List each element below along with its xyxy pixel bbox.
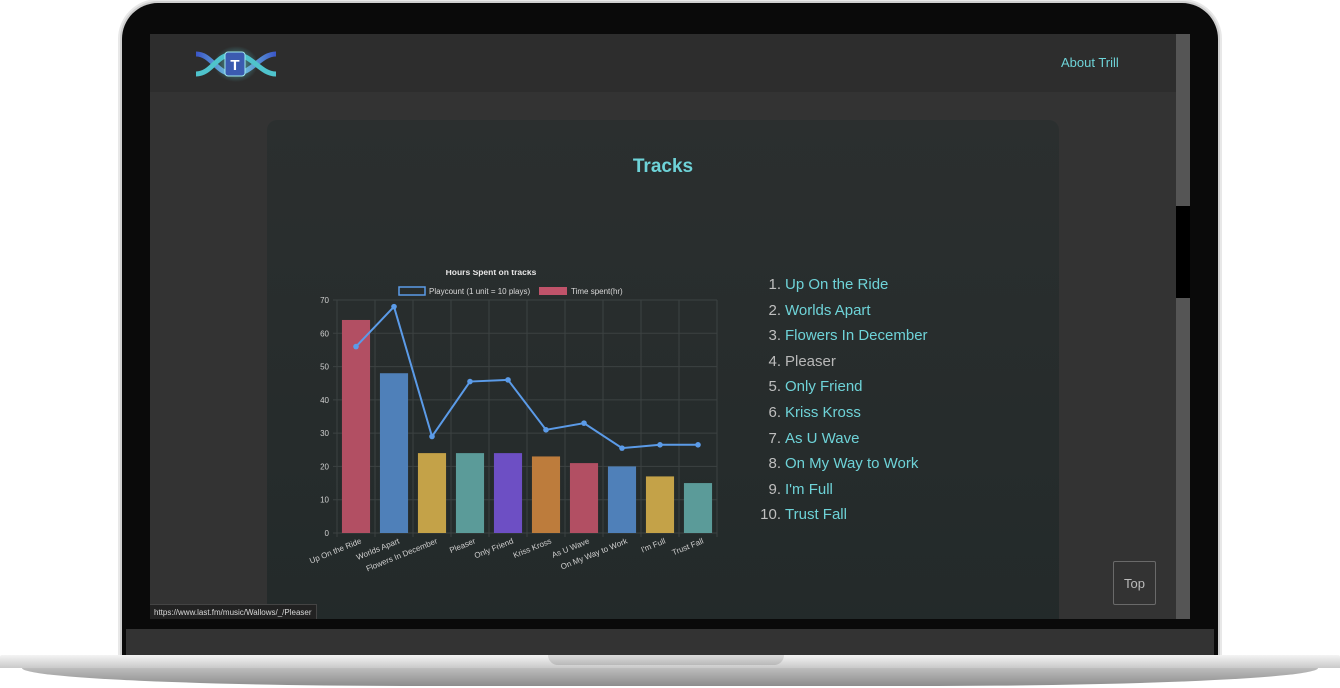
track-list-item: 8. On My Way to Work xyxy=(759,451,928,477)
laptop-notch xyxy=(548,655,784,665)
y-tick-label: 40 xyxy=(320,396,329,405)
legend-label-time: Time spent(hr) xyxy=(571,287,623,296)
track-number: 2. xyxy=(768,301,781,319)
x-tick-label: Kriss Kross xyxy=(512,537,553,560)
browser-viewport: T About Trill Tracks Playcount (1 unit =… xyxy=(150,34,1190,619)
chart-line-point xyxy=(695,441,701,448)
track-number: 9. xyxy=(768,480,781,498)
x-tick-label: Flowers In December xyxy=(365,536,439,573)
track-number: 5. xyxy=(768,378,781,396)
track-link[interactable]: I'm Full xyxy=(785,481,833,498)
y-tick-label: 60 xyxy=(320,329,329,338)
track-list-item: 4. Pleaser xyxy=(759,349,928,375)
tracks-card: Tracks Playcount (1 unit = 10 plays) Time… xyxy=(267,120,1059,619)
x-tick-label: On My Way to Work xyxy=(559,536,629,571)
chart-bar xyxy=(379,373,409,533)
chart-line-point xyxy=(353,343,359,350)
chart-line-point xyxy=(581,420,587,426)
track-number: 4. xyxy=(768,352,781,370)
chart-legend: Playcount (1 unit = 10 plays) Time spent(… xyxy=(398,286,623,296)
chart-bar xyxy=(645,476,675,533)
chart-bar xyxy=(341,319,371,533)
track-list-item: 6. Kriss Kross xyxy=(759,400,928,426)
chart-line-point xyxy=(543,427,549,433)
chart-line-point xyxy=(657,441,663,448)
chart-bar xyxy=(607,466,637,533)
track-link[interactable]: On My Way to Work xyxy=(785,455,918,472)
track-list-item: 2. Worlds Apart xyxy=(759,298,928,324)
tracks-chart: Playcount (1 unit = 10 plays) Time spent(… xyxy=(308,270,718,573)
track-link[interactable]: Pleaser xyxy=(785,353,836,370)
x-tick-label: Trust Fall xyxy=(671,536,705,557)
chart-line-point xyxy=(467,378,473,385)
track-list-item: 7. As U Wave xyxy=(759,426,928,452)
track-number: 3. xyxy=(768,327,781,345)
track-list-item: 3. Flowers In December xyxy=(759,323,928,349)
legend-swatch-playcount xyxy=(398,286,426,296)
track-number: 8. xyxy=(768,455,781,473)
laptop-frame: T About Trill Tracks Playcount (1 unit =… xyxy=(0,0,1340,688)
back-to-top-button[interactable]: Top xyxy=(1113,561,1156,605)
scrollbar-thumb[interactable] xyxy=(1176,206,1190,298)
status-bar-url: https://www.last.fm/music/Wallows/_/Plea… xyxy=(150,604,317,619)
track-link[interactable]: Flowers In December xyxy=(785,327,928,344)
y-tick-label: 10 xyxy=(320,496,329,505)
nav-about-link[interactable]: About Trill xyxy=(1061,55,1119,70)
navbar: T About Trill xyxy=(150,34,1176,92)
y-tick-label: 70 xyxy=(320,296,329,305)
chart-bar xyxy=(569,463,599,533)
track-list-item: 9. I'm Full xyxy=(759,477,928,503)
y-tick-label: 50 xyxy=(320,363,329,372)
track-link[interactable]: Kriss Kross xyxy=(785,404,861,421)
laptop-bezel xyxy=(126,629,1214,655)
chart-line-point xyxy=(619,445,625,451)
laptop-base-bottom xyxy=(22,668,1318,686)
trill-logo[interactable]: T xyxy=(194,46,278,82)
track-list-item: 10. Trust Fall xyxy=(759,502,928,528)
y-tick-label: 0 xyxy=(325,529,330,538)
scrollbar[interactable] xyxy=(1176,34,1190,619)
track-link[interactable]: Worlds Apart xyxy=(785,302,871,319)
track-list-item: 5. Only Friend xyxy=(759,374,928,400)
x-tick-label: Up On the Ride xyxy=(308,536,363,565)
chart-bar xyxy=(493,453,523,533)
track-link[interactable]: Up On the Ride xyxy=(785,276,888,293)
track-number: 1. xyxy=(768,276,781,293)
chart-bar xyxy=(417,453,447,533)
track-number: 7. xyxy=(768,429,781,447)
track-list: 1. Up On the Ride 2. Worlds Apart 3. Flowers … xyxy=(759,272,928,528)
x-tick-label: I'm Full xyxy=(640,536,667,554)
chart-title: Hours Spent on tracks xyxy=(446,270,537,277)
chart-bar xyxy=(455,453,485,533)
chart-line-point xyxy=(429,433,435,440)
laptop-base xyxy=(0,655,1340,688)
track-list-item: 1. Up On the Ride xyxy=(759,272,928,298)
x-tick-label: Only Friend xyxy=(473,537,515,561)
page-title: Tracks xyxy=(632,156,694,177)
chart-line-point xyxy=(391,303,397,310)
legend-swatch-time xyxy=(539,287,567,295)
track-link[interactable]: As U Wave xyxy=(785,430,859,447)
track-link[interactable]: Only Friend xyxy=(785,378,863,395)
track-number: 10. xyxy=(760,506,781,524)
chart-bar xyxy=(531,456,561,533)
legend-label-playcount: Playcount (1 unit = 10 plays) xyxy=(429,287,531,296)
y-tick-label: 20 xyxy=(320,462,329,471)
chart-bar xyxy=(683,483,713,533)
y-tick-label: 30 xyxy=(320,429,329,438)
track-link[interactable]: Trust Fall xyxy=(785,506,847,523)
chart-line-point xyxy=(505,377,511,383)
track-number: 6. xyxy=(768,403,781,421)
logo-letter: T xyxy=(230,57,239,74)
